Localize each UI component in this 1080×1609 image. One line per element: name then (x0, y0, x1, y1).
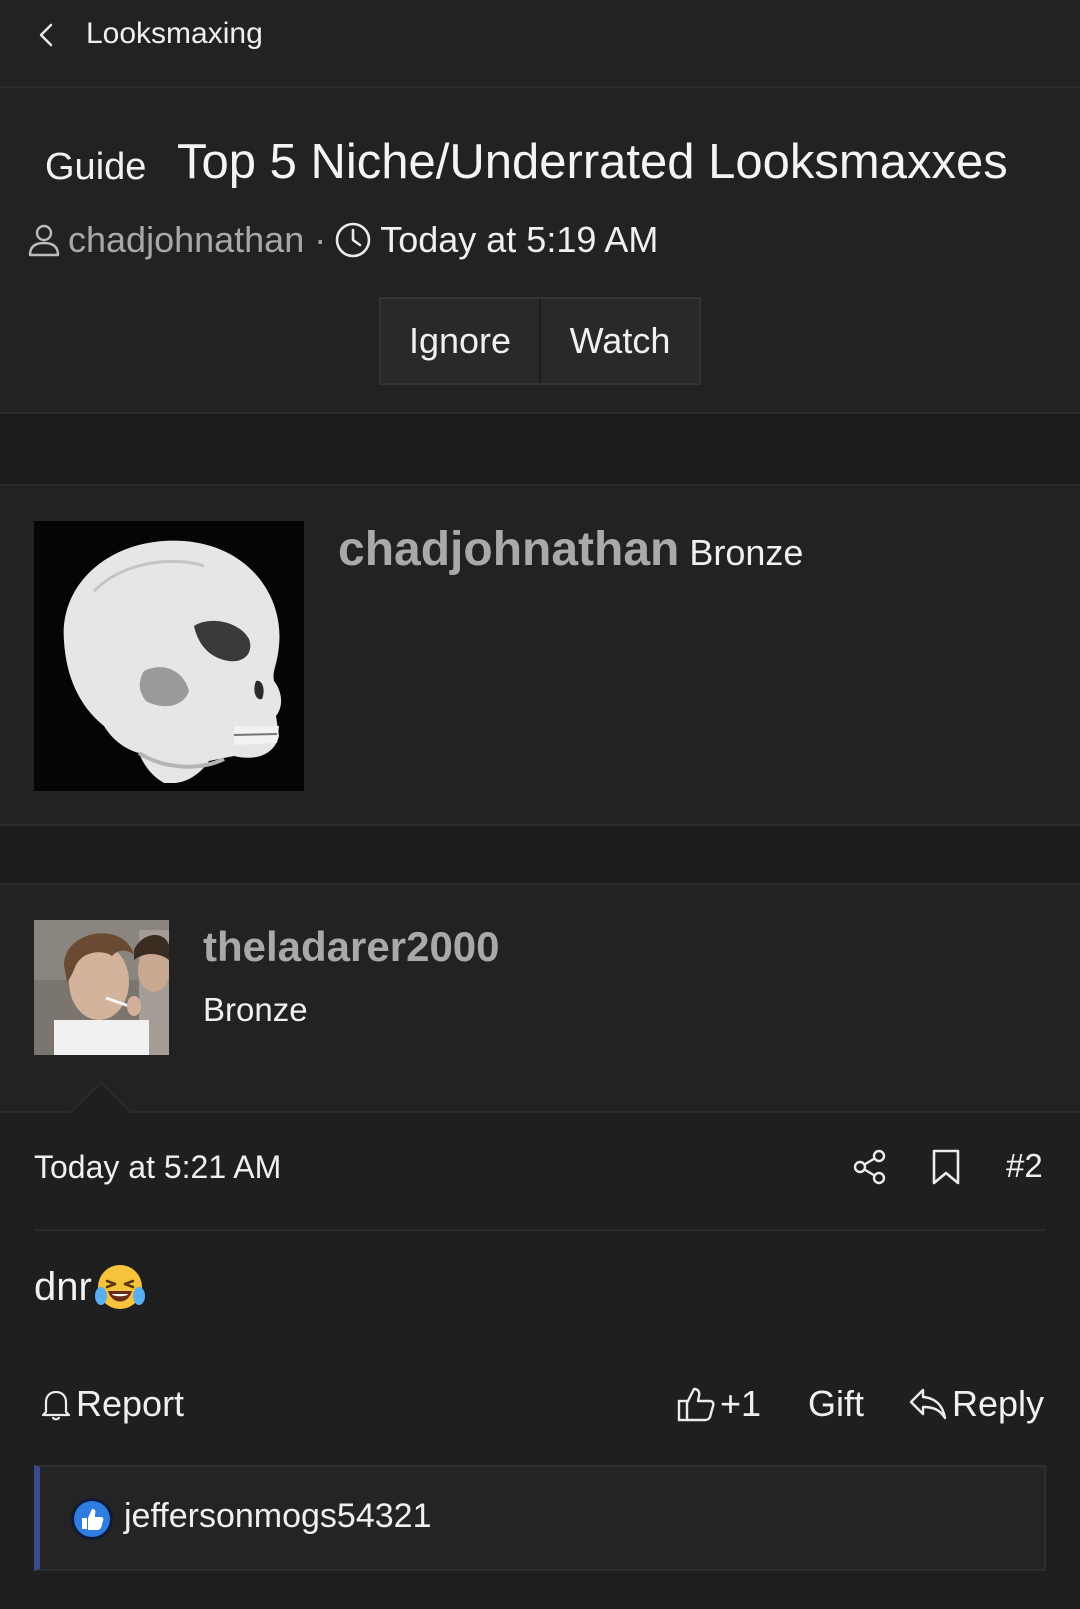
reply-arrow-icon (909, 1388, 947, 1420)
reply-button[interactable]: Reply (908, 1379, 1044, 1429)
bookmark-icon[interactable] (931, 1149, 961, 1185)
poster-username-link[interactable]: theladarer2000 (203, 923, 500, 971)
watch-button[interactable]: Watch (541, 299, 699, 383)
thread-date[interactable]: Today at 5:19 AM (380, 219, 658, 261)
chevron-left-icon[interactable] (32, 20, 62, 50)
report-button[interactable]: Report (40, 1379, 184, 1429)
like-button[interactable]: +1 (676, 1379, 761, 1429)
thumbs-up-icon (677, 1387, 715, 1422)
avatar[interactable] (34, 521, 304, 791)
gift-button[interactable]: Gift (808, 1379, 864, 1429)
reactions-bar[interactable]: jeffersonmogs54321 (34, 1465, 1046, 1571)
thread-author-link[interactable]: chadjohnathan (68, 219, 304, 261)
op-user-line: chadjohnathan Bronze (338, 522, 803, 577)
divider (34, 1229, 1046, 1231)
photo-avatar-image (34, 920, 169, 1055)
thread-title: Top 5 Niche/Underrated Looksmaxxes (177, 135, 1008, 189)
post-number-link[interactable]: #2 (1006, 1147, 1043, 1185)
reaction-users-link[interactable]: jeffersonmogs54321 (124, 1497, 431, 1536)
clock-icon (335, 222, 371, 258)
share-icon[interactable] (852, 1149, 888, 1185)
breadcrumb[interactable]: Looksmaxing (86, 17, 263, 51)
thread-button-group: Ignore Watch (379, 297, 701, 385)
post-date[interactable]: Today at 5:21 AM (34, 1149, 281, 1186)
thread-meta: chadjohnathan · Today at 5:19 AM (26, 218, 658, 262)
user-icon (28, 224, 60, 257)
report-label: Report (76, 1383, 185, 1424)
post-body: Today at 5:21 AM #2 dnr Report +1 Gift R… (0, 1113, 1080, 1609)
like-count: +1 (720, 1383, 762, 1424)
user-rank: Bronze (689, 532, 804, 573)
original-poster-card: chadjohnathan Bronze (0, 484, 1080, 826)
post-2: theladarer2000 Bronze Today at 5:21 AM #… (0, 883, 1080, 1609)
top-bar: Looksmaxing (0, 0, 1080, 88)
thread-prefix: Guide (45, 146, 147, 188)
laughing-crying-emoji-icon (94, 1265, 145, 1309)
skull-avatar-image (34, 521, 304, 791)
op-username-link[interactable]: chadjohnathan (338, 523, 679, 576)
post-message: dnr (34, 1261, 146, 1313)
bell-icon (41, 1390, 71, 1421)
post-actions: Report +1 Gift Reply (0, 1379, 1080, 1429)
meta-separator: · (314, 219, 327, 260)
ignore-button[interactable]: Ignore (381, 299, 541, 383)
message-text: dnr (34, 1264, 92, 1309)
thread-header: Guide Top 5 Niche/Underrated Looksmaxxes… (0, 88, 1080, 414)
avatar[interactable] (34, 920, 169, 1055)
user-rank: Bronze (203, 991, 308, 1028)
reply-label: Reply (952, 1383, 1045, 1424)
caret-up-icon (70, 1082, 132, 1114)
like-reaction-icon (71, 1498, 113, 1540)
